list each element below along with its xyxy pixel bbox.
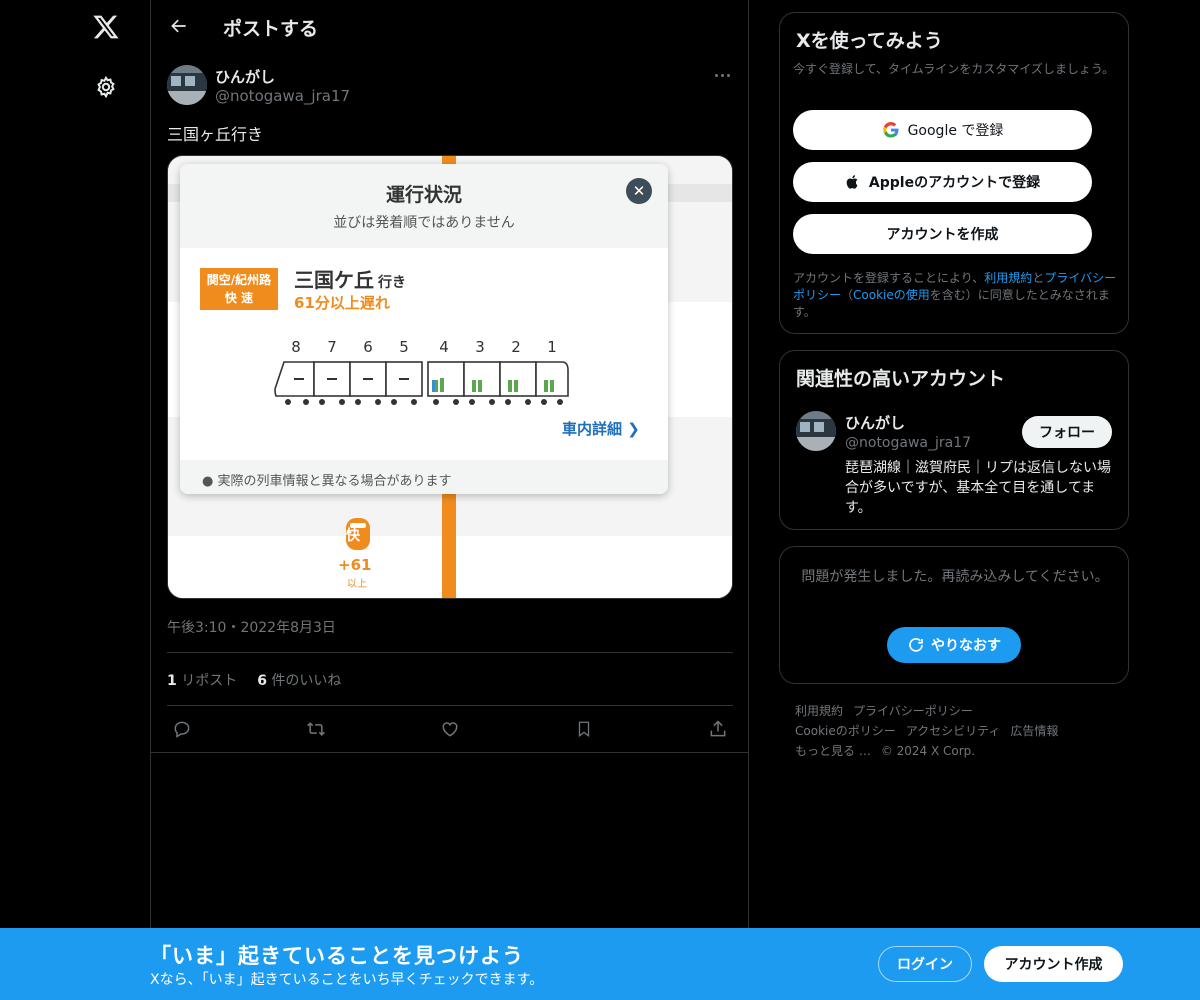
- car-detail-link: 車内詳細 ❯: [562, 420, 640, 438]
- car-number: 6: [363, 338, 373, 356]
- signup-button[interactable]: アカウント作成: [984, 946, 1123, 982]
- destination-name: 三国ケ丘: [294, 268, 374, 292]
- car-number: 2: [511, 338, 521, 356]
- legal-text: と: [1032, 271, 1045, 285]
- copyright: © 2024 X Corp.: [880, 744, 976, 758]
- footer-links: 利用規約 プライバシーポリシー Cookieのポリシー アクセシビリティ 広告情報 も…: [795, 701, 1115, 761]
- apple-icon: [846, 175, 858, 189]
- related-accounts-card: 関連性の高いアカウント ひんがし @notogawa_jra17 フォロー 琵琶…: [779, 350, 1129, 530]
- signup-title: Xを使ってみよう: [796, 30, 943, 52]
- avatar[interactable]: [796, 411, 836, 451]
- banner-title: 「いま」起きていることを見つけよう: [150, 944, 524, 968]
- popup-title: 運行状況: [385, 184, 462, 206]
- note-text: ● 実際の列車情報と異なる場合があります: [202, 474, 452, 489]
- car-number: 3: [475, 338, 485, 356]
- marker-delay: +61: [338, 556, 372, 574]
- author-handle[interactable]: @notogawa_jra17: [215, 87, 350, 105]
- post-timestamp[interactable]: 午後3:10・2022年8月3日: [167, 617, 336, 637]
- repost-count[interactable]: 1 リポスト: [167, 670, 237, 690]
- signup-card: Xを使ってみよう 今すぐ登録して、タイムラインをカスタマイズしましょう。 Goo…: [779, 12, 1129, 334]
- related-account-handle[interactable]: @notogawa_jra17: [845, 435, 971, 451]
- car-number: 7: [327, 338, 337, 356]
- error-card: 問題が発生しました。再読み込みしてください。 やりなおす: [779, 546, 1129, 684]
- terms-link[interactable]: 利用規約: [984, 271, 1032, 285]
- apple-signup-label: Appleのアカウントで登録: [868, 175, 1041, 191]
- repost-icon[interactable]: [301, 714, 331, 744]
- car-number: 5: [399, 338, 409, 356]
- like-count[interactable]: 6 件のいいね: [257, 670, 341, 690]
- author-name[interactable]: ひんがし: [215, 66, 275, 87]
- footer-link[interactable]: アクセシビリティ: [906, 721, 1001, 741]
- footer-link[interactable]: Cookieのポリシー: [795, 721, 896, 741]
- destination-suffix: 行き: [378, 275, 406, 291]
- retry-label: やりなおす: [931, 638, 1001, 654]
- car-number: 4: [439, 338, 449, 356]
- badge-line-1: 関空/紀州路: [206, 273, 272, 287]
- create-account-button[interactable]: アカウントを作成: [793, 214, 1092, 254]
- marker-delay-sub: 以上: [347, 579, 367, 590]
- delay-text: 61分以上遅れ: [294, 294, 390, 312]
- error-message: 問題が発生しました。再読み込みしてください。: [801, 569, 1109, 585]
- retry-button[interactable]: やりなおす: [887, 627, 1021, 663]
- signup-legal: アカウントを登録することにより、利用規約とプライバシーポリシー（Cookieの使…: [793, 270, 1118, 321]
- bookmark-icon[interactable]: [569, 714, 599, 744]
- apple-signup-button[interactable]: Appleのアカウントで登録: [793, 162, 1092, 202]
- google-signup-button[interactable]: Google で登録: [793, 110, 1092, 150]
- left-nav: [0, 0, 150, 1000]
- related-account-bio: 琵琶湖線｜滋賀府民｜リプは返信しない場合が多いですが、基本全て目を通してます。: [845, 460, 1111, 516]
- close-icon: ✕: [626, 178, 652, 204]
- refresh-icon: [909, 638, 923, 652]
- post-text: 三国ヶ丘行き: [167, 125, 264, 144]
- car-number: 8: [291, 338, 301, 356]
- cookie-link[interactable]: Cookieの使用: [853, 288, 930, 302]
- back-arrow-icon[interactable]: [161, 8, 197, 44]
- x-logo-icon[interactable]: [84, 5, 128, 49]
- more-icon[interactable]: [707, 64, 737, 86]
- post-stats: 1 リポスト 6 件のいいね: [167, 670, 341, 690]
- like-count-label: 件のいいね: [271, 673, 342, 689]
- banner-subtitle: Xなら、「いま」起きていることをいち早くチェックできます。: [150, 972, 544, 988]
- divider: [167, 705, 733, 706]
- gear-icon[interactable]: [84, 65, 128, 109]
- popup-subtitle: 並びは発着順ではありません: [333, 215, 515, 231]
- post-actions: [167, 714, 733, 744]
- main-column: ポストする ひんがし @notogawa_jra17 三国ヶ丘行き 快 +61 …: [150, 0, 749, 1000]
- legal-text: （: [841, 288, 854, 302]
- note-label: 実際の列車情報と異なる場合があります: [217, 474, 452, 489]
- repost-count-label: リポスト: [181, 673, 238, 689]
- related-account-name[interactable]: ひんがし: [845, 412, 905, 433]
- status-popup: 運行状況 並びは発着順ではありません ✕ 関空/紀州路 快 速 三国ケ丘 行き 6…: [180, 164, 668, 494]
- like-count-value: 6: [257, 673, 267, 689]
- divider: [151, 752, 749, 753]
- signup-subtitle: 今すぐ登録して、タイムラインをカスタマイズしましょう。: [793, 62, 1115, 76]
- legal-text: アカウントを登録することにより、: [793, 271, 985, 285]
- bottom-banner: 「いま」起きていることを見つけよう Xなら、「いま」起きていることをいち早くチェ…: [0, 928, 1200, 1000]
- google-icon: [882, 122, 899, 138]
- train-type-badge: 関空/紀州路 快 速: [200, 268, 278, 310]
- marker-label: 快: [346, 528, 360, 544]
- footer-link[interactable]: 広告情報: [1010, 721, 1058, 741]
- footer-link[interactable]: もっと見る …: [795, 741, 871, 761]
- destination: 三国ケ丘 行き: [294, 264, 406, 293]
- like-icon[interactable]: [435, 714, 465, 744]
- google-signup-label: Google で登録: [907, 123, 1004, 139]
- create-account-label: アカウントを作成: [886, 227, 999, 243]
- repost-count-value: 1: [167, 673, 177, 689]
- footer-link[interactable]: プライバシーポリシー: [853, 701, 973, 721]
- footer-link[interactable]: 利用規約: [795, 701, 843, 721]
- follow-button[interactable]: フォロー: [1022, 416, 1112, 448]
- post-image[interactable]: 快 +61 以上 運行状況 並びは発着順ではありません ✕ 関空/紀州路 快 速…: [167, 155, 733, 599]
- share-icon[interactable]: [703, 714, 733, 744]
- page-title: ポストする: [223, 18, 319, 40]
- reply-icon[interactable]: [167, 714, 197, 744]
- divider: [167, 652, 733, 653]
- avatar[interactable]: [167, 65, 207, 105]
- badge-line-2: 快 速: [224, 291, 254, 305]
- header: ポストする: [151, 0, 749, 54]
- related-title: 関連性の高いアカウント: [796, 368, 1006, 390]
- login-button[interactable]: ログイン: [878, 946, 972, 982]
- car-number: 1: [547, 338, 557, 356]
- train-cars-diagram: [274, 361, 569, 405]
- car-detail-label: 車内詳細: [562, 420, 623, 438]
